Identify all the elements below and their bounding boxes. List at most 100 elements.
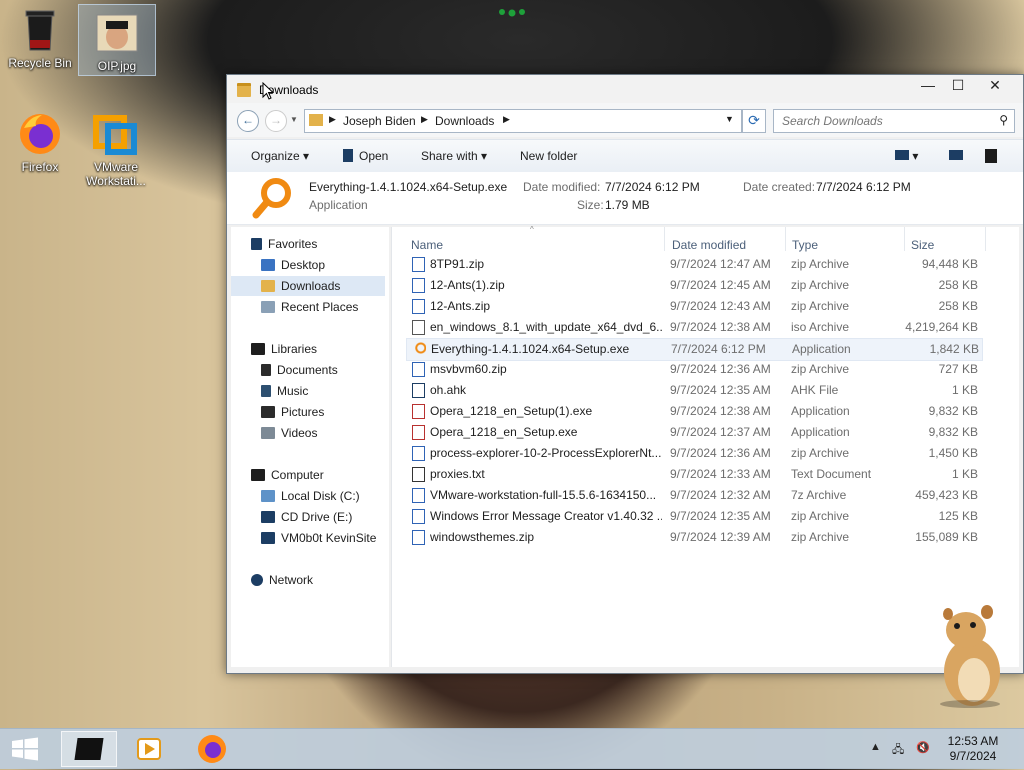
nav-local-disk[interactable]: Local Disk (C:)	[261, 486, 360, 506]
desktop-icon-recycle-bin[interactable]: Recycle Bin	[2, 2, 78, 70]
column-header-type[interactable]: Type	[792, 238, 818, 252]
table-row[interactable]: process-explorer-10-2-ProcessExplorerNt.…	[406, 443, 981, 464]
favorites-star-icon	[251, 238, 262, 250]
file-size-cell: 459,423 KB	[915, 488, 978, 502]
table-row[interactable]: VMware-workstation-full-15.5.6-1634150..…	[406, 485, 981, 506]
desktop-icon-oip-jpg[interactable]: OIP.jpg	[78, 4, 156, 76]
nav-downloads[interactable]: Downloads	[231, 276, 385, 296]
file-name-cell: 8TP91.zip	[430, 257, 485, 271]
breadcrumb-joseph-biden[interactable]: Joseph Biden	[343, 114, 416, 128]
view-icon	[895, 150, 909, 160]
table-row[interactable]: 8TP91.zip 9/7/2024 12:47 AM zip Archive 94,…	[406, 254, 981, 275]
nav-libraries[interactable]: Libraries	[251, 339, 317, 359]
address-bar[interactable]: ▶ Joseph Biden ▶ Downloads ▶ ▼	[304, 109, 742, 133]
file-size-cell: 1,450 KB	[928, 446, 978, 460]
start-button[interactable]	[10, 737, 40, 761]
help-button[interactable]	[985, 149, 997, 166]
explorer-window[interactable]: Downloads — ☐ ✕ ← → ▼ ▶ Joseph Biden ▶ D…	[226, 74, 1024, 674]
table-row[interactable]: en_windows_8.1_with_update_x64_dvd_6... 9…	[406, 317, 981, 338]
window-titlebar[interactable]: Downloads — ☐ ✕	[227, 75, 1023, 103]
search-icon[interactable]: ⚲	[999, 113, 1008, 127]
organize-button[interactable]: Organize ▾	[251, 149, 309, 163]
preview-pane-button[interactable]	[949, 149, 963, 163]
file-date-cell: 9/7/2024 12:38 AM	[670, 404, 771, 418]
file-type-cell: Text Document	[791, 467, 872, 481]
open-button[interactable]: Open	[343, 149, 388, 163]
table-row[interactable]: 12-Ants(1).zip 9/7/2024 12:45 AM zip Archi…	[406, 275, 981, 296]
table-row[interactable]: Opera_1218_en_Setup(1).exe 9/7/2024 12:38…	[406, 401, 981, 422]
nav-documents[interactable]: Documents	[261, 360, 338, 380]
documents-icon	[261, 364, 271, 376]
file-date-cell: 9/7/2024 12:32 AM	[670, 488, 771, 502]
file-name-cell: Everything-1.4.1.1024.x64-Setup.exe	[431, 342, 630, 356]
breadcrumb-separator-icon[interactable]: ▶	[503, 114, 510, 125]
maximize-button[interactable]: ☐	[943, 75, 973, 95]
show-hidden-icons-chevron-icon[interactable]: ▲	[870, 741, 881, 753]
new-folder-button[interactable]: New folder	[520, 149, 577, 163]
nav-music[interactable]: Music	[261, 381, 308, 401]
share-with-button[interactable]: Share with ▾	[421, 149, 487, 163]
table-row[interactable]: Opera_1218_en_Setup.exe 9/7/2024 12:37 AM…	[406, 422, 981, 443]
nav-desktop[interactable]: Desktop	[261, 255, 325, 275]
table-row[interactable]: proxies.txt 9/7/2024 12:33 AM Text Documen…	[406, 464, 981, 485]
nav-network-share[interactable]: VM0b0t KevinSite	[261, 528, 376, 548]
change-view-button[interactable]: ▾	[895, 149, 918, 163]
local-disk-icon	[261, 490, 275, 502]
breadcrumb-separator-icon[interactable]: ▶	[421, 114, 428, 125]
search-input[interactable]	[780, 113, 989, 129]
file-type-cell: zip Archive	[791, 446, 850, 460]
file-date-cell: 9/7/2024 12:33 AM	[670, 467, 771, 481]
table-row[interactable]: 12-Ants.zip 9/7/2024 12:43 AM zip Archive 2…	[406, 296, 981, 317]
volume-muted-icon[interactable]: 🔇	[916, 741, 930, 754]
forward-button[interactable]: →	[265, 110, 287, 132]
nav-network[interactable]: Network	[251, 570, 313, 590]
table-row[interactable]: Windows Error Message Creator v1.40.32 .…	[406, 506, 981, 527]
nav-favorites[interactable]: Favorites	[251, 234, 317, 254]
search-box[interactable]: ⚲	[773, 109, 1015, 133]
breadcrumb-separator-icon[interactable]: ▶	[329, 114, 336, 125]
desktop-icon-vmware[interactable]: VMware Workstati...	[78, 106, 154, 188]
nav-videos[interactable]: Videos	[261, 423, 317, 443]
back-button[interactable]: ←	[237, 110, 259, 132]
table-row[interactable]: msvbvm60.zip 9/7/2024 12:36 AM zip Archive…	[406, 359, 981, 380]
file-icon	[412, 530, 425, 545]
date-created-value: 7/7/2024 6:12 PM	[816, 180, 911, 194]
column-header-name[interactable]: Name	[411, 238, 443, 252]
file-icon	[412, 509, 425, 524]
recent-places-icon	[261, 301, 275, 313]
file-date-cell: 9/7/2024 12:38 AM	[670, 320, 771, 334]
file-size-cell: 125 KB	[938, 509, 978, 523]
nav-pictures[interactable]: Pictures	[261, 402, 324, 422]
network-status-icon[interactable]: 🖧	[892, 741, 904, 760]
address-dropdown-chevron-down-icon[interactable]: ▼	[725, 114, 734, 124]
breadcrumb-downloads[interactable]: Downloads	[435, 114, 494, 128]
help-icon	[985, 149, 997, 163]
desktop-icon-label: OIP.jpg	[97, 59, 137, 73]
recent-pages-chevron-icon[interactable]: ▼	[290, 115, 298, 124]
desktop-icon	[261, 259, 275, 271]
nav-cd-drive[interactable]: CD Drive (E:)	[261, 507, 352, 527]
table-row[interactable]: Everything-1.4.1.1024.x64-Setup.exe 7/7/2…	[406, 338, 983, 361]
table-row[interactable]: windowsthemes.zip 9/7/2024 12:39 AM zip Ar…	[406, 527, 981, 548]
column-header-size[interactable]: Size	[911, 238, 934, 252]
nav-computer[interactable]: Computer	[251, 465, 324, 485]
desktop-icon-firefox[interactable]: Firefox	[2, 106, 78, 174]
table-row[interactable]: oh.ahk 9/7/2024 12:35 AM AHK File 1 KB	[406, 380, 981, 401]
close-button[interactable]: ✕	[973, 75, 1017, 95]
minimize-button[interactable]: —	[913, 75, 943, 95]
taskbar-media-player[interactable]	[121, 731, 177, 767]
taskbar: ▲ 🖧 🔇 12:53 AM 9/7/2024	[0, 728, 1024, 769]
file-list[interactable]: Name ^ Date modified Type Size 8TP91.zip…	[391, 225, 1019, 667]
taskbar-explorer[interactable]	[61, 731, 117, 767]
taskbar-firefox[interactable]	[184, 731, 240, 767]
folder-icon	[237, 83, 251, 97]
column-header-date-modified[interactable]: Date modified	[672, 238, 746, 252]
details-file-name: Everything-1.4.1.1024.x64-Setup.exe	[309, 180, 508, 194]
file-size-cell: 258 KB	[938, 278, 978, 292]
file-type-cell: Application	[791, 425, 850, 439]
command-bar: Organize ▾ Open Share with ▾ New folder …	[227, 139, 1023, 173]
everything-search-icon	[251, 176, 295, 223]
refresh-button[interactable]: ⟳	[742, 109, 766, 133]
taskbar-clock[interactable]: 12:53 AM 9/7/2024	[940, 734, 1006, 764]
nav-recent-places[interactable]: Recent Places	[261, 297, 358, 317]
